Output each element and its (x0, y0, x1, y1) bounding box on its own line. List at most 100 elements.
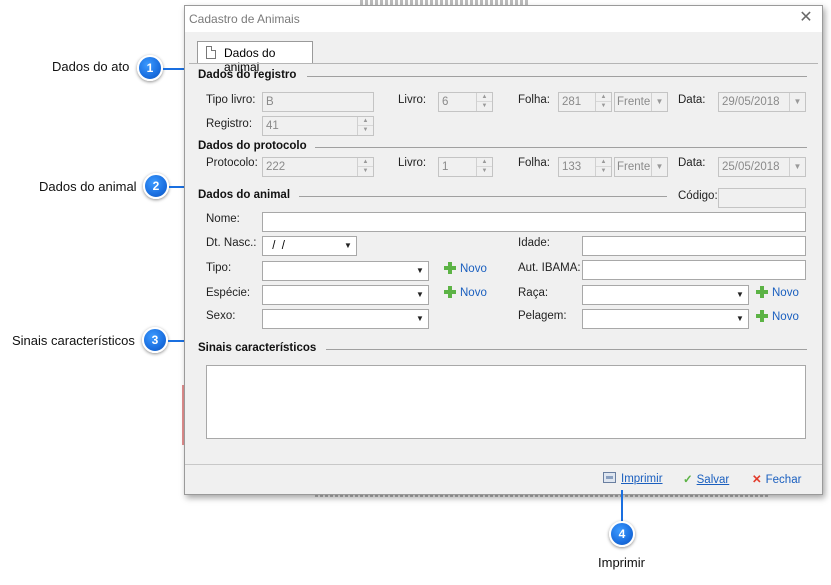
plus-icon (444, 286, 456, 298)
callout-connector (621, 490, 623, 522)
protocolo-stepper: ▲ ▼ (357, 158, 373, 176)
plus-icon (444, 262, 456, 274)
check-icon: ✓ (683, 474, 693, 486)
callout-badge-2: 2 (143, 173, 169, 199)
chevron-down-icon: ▼ (651, 93, 667, 111)
section-divider (299, 196, 667, 197)
registro-label: Registro: (206, 118, 253, 130)
livro-value: 6 (442, 96, 449, 108)
plus-icon (756, 286, 768, 298)
chevron-down-icon[interactable]: ▼ (412, 262, 428, 280)
idade-label: Idade: (518, 237, 550, 249)
folha-lado-select: Frente ▼ (614, 92, 668, 112)
window-title: Cadastro de Animais (189, 12, 300, 26)
novo-label: Novo (772, 287, 799, 299)
registro-spinner: 41 ▲ ▼ (262, 116, 374, 136)
dt-nasc-value: / / (269, 240, 285, 252)
protocolo-folha-label: Folha: (518, 157, 550, 169)
nome-label: Nome: (206, 213, 240, 225)
chevron-down-icon[interactable]: ▼ (732, 310, 748, 328)
dt-nasc-label: Dt. Nasc.: (206, 237, 257, 249)
protocolo-folha-stepper: ▲ ▼ (595, 158, 611, 176)
especie-select[interactable]: ▼ (262, 285, 429, 305)
cadastro-animais-dialog: Cadastro de Animais ✕ Dados do animal Da… (184, 5, 823, 495)
chevron-down-icon[interactable]: ▼ (732, 286, 748, 304)
sinais-textarea[interactable] (206, 365, 806, 439)
salvar-label: Salvar (696, 474, 730, 486)
dt-nasc-input[interactable]: / / ▼ (262, 236, 357, 256)
chevron-down-icon[interactable]: ▼ (412, 286, 428, 304)
folha-stepper: ▲ ▼ (595, 93, 611, 111)
livro-stepper: ▲ ▼ (476, 93, 492, 111)
callout-label-dados-do-ato: Dados do ato (52, 59, 130, 74)
data-label: Data: (678, 94, 706, 106)
protocolo-data-label: Data: (678, 157, 706, 169)
print-icon (603, 472, 616, 483)
codigo-field (718, 188, 806, 208)
callout-badge-1: 1 (137, 55, 163, 81)
protocolo-livro-stepper: ▲ ▼ (476, 158, 492, 176)
salvar-button[interactable]: ✓ Salvar (683, 472, 729, 486)
callout-label-sinais: Sinais característicos (12, 333, 135, 348)
tipo-novo-button[interactable]: Novo (444, 262, 487, 275)
aut-ibama-input[interactable] (582, 260, 806, 280)
codigo-label: Código: (678, 190, 718, 202)
fechar-label: Fechar (765, 474, 802, 486)
callout-label-dados-do-animal: Dados do animal (39, 179, 137, 194)
protocolo-spinner: 222 ▲ ▼ (262, 157, 374, 177)
novo-label: Novo (460, 287, 487, 299)
close-x-icon: ✕ (752, 474, 762, 486)
data-protocolo-field: 25/05/2018 ▼ (718, 157, 806, 177)
pelagem-novo-button[interactable]: Novo (756, 310, 799, 323)
imprimir-button[interactable]: Imprimir (603, 472, 663, 485)
especie-label: Espécie: (206, 287, 251, 299)
callout-badge-4: 4 (609, 521, 635, 547)
chevron-down-icon[interactable]: ▼ (340, 237, 356, 255)
idade-input[interactable] (582, 236, 806, 256)
protocolo-value: 222 (266, 161, 286, 173)
title-bar: Cadastro de Animais ✕ (185, 6, 822, 32)
data-registro-value: 29/05/2018 (722, 96, 780, 108)
close-icon[interactable]: ✕ (798, 10, 814, 26)
aut-ibama-label: Aut. IBAMA: (518, 262, 581, 274)
section-divider (326, 349, 807, 350)
protocolo-label: Protocolo: (206, 157, 258, 169)
tab-dados-do-animal[interactable]: Dados do animal (197, 41, 313, 74)
protocolo-folha-value: 133 (562, 161, 582, 173)
tipo-livro-field: B (262, 92, 374, 112)
chevron-down-icon: ▼ (789, 158, 805, 176)
registro-value: 41 (266, 120, 279, 132)
novo-label: Novo (460, 263, 487, 275)
section-dados-protocolo: Dados do protocolo (198, 140, 307, 152)
livro-label: Livro: (398, 94, 427, 106)
callout-label-imprimir: Imprimir (598, 555, 645, 570)
protocolo-folha-lado-value: Frente (617, 161, 651, 173)
folha-spinner: 281 ▲ ▼ (558, 92, 612, 112)
protocolo-livro-spinner: 1 ▲ ▼ (438, 157, 493, 177)
tipo-livro-label: Tipo livro: (206, 94, 256, 106)
section-dados-animal: Dados do animal (198, 189, 291, 201)
pelagem-label: Pelagem: (518, 310, 567, 322)
section-sinais: Sinais característicos (198, 342, 317, 354)
novo-label: Novo (772, 311, 799, 323)
section-divider (307, 76, 807, 77)
section-dados-registro: Dados do registro (198, 69, 297, 81)
nome-input[interactable] (262, 212, 806, 232)
protocolo-folha-spinner: 133 ▲ ▼ (558, 157, 612, 177)
pelagem-select[interactable]: ▼ (582, 309, 749, 329)
sexo-label: Sexo: (206, 310, 236, 322)
tipo-select[interactable]: ▼ (262, 261, 429, 281)
raca-label: Raça: (518, 287, 549, 299)
folha-lado-value: Frente (617, 96, 651, 108)
chevron-down-icon[interactable]: ▼ (412, 310, 428, 328)
fechar-button[interactable]: ✕ Fechar (752, 472, 801, 486)
section-divider (315, 147, 807, 148)
registro-stepper: ▲ ▼ (357, 117, 373, 135)
raca-select[interactable]: ▼ (582, 285, 749, 305)
protocolo-livro-label: Livro: (398, 157, 427, 169)
sexo-select[interactable]: ▼ (262, 309, 429, 329)
folha-value: 281 (562, 96, 582, 108)
raca-novo-button[interactable]: Novo (756, 286, 799, 299)
livro-spinner: 6 ▲ ▼ (438, 92, 493, 112)
especie-novo-button[interactable]: Novo (444, 286, 487, 299)
